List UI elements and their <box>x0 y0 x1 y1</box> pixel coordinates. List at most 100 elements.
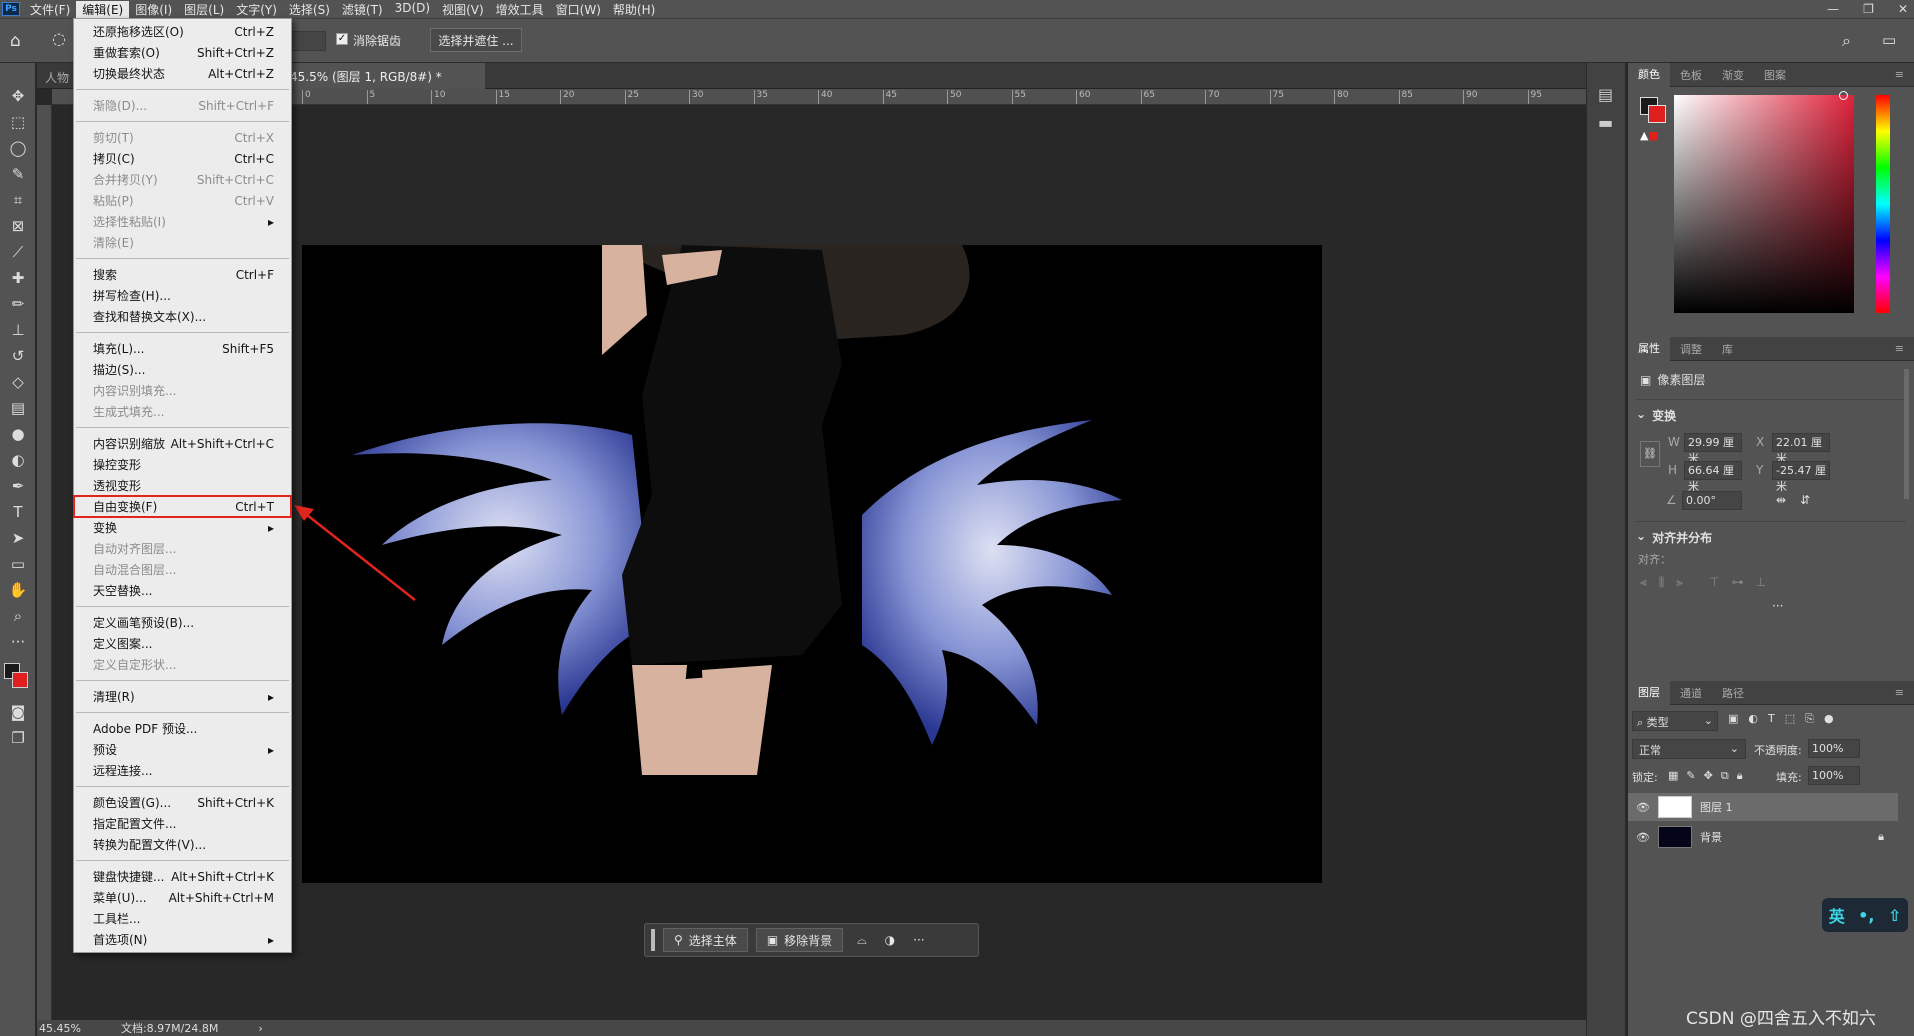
tab-properties[interactable]: 属性 <box>1628 336 1670 361</box>
comments-panel-icon[interactable]: ▬ <box>1598 113 1613 132</box>
menu-item[interactable]: 自动对齐图层... <box>74 538 291 559</box>
tab-adjustments[interactable]: 调整 <box>1670 341 1712 357</box>
fill-field[interactable]: 100% <box>1808 766 1860 785</box>
properties-scrollbar[interactable] <box>1904 369 1909 499</box>
gamut-warning-icon[interactable]: ▲■ <box>1640 129 1659 142</box>
zoom-level[interactable]: 45.45% <box>39 1022 81 1035</box>
width-field[interactable]: 29.99 厘米 <box>1684 433 1742 465</box>
align-left-icon[interactable]: ⫷ <box>1640 575 1647 590</box>
menu-item[interactable]: 填充(L)... Shift+F5 <box>74 338 291 359</box>
select-subject-button[interactable]: ⚲ 选择主体 <box>663 928 748 952</box>
hue-slider[interactable] <box>1876 95 1890 313</box>
workspace-icon[interactable]: ▭ <box>1882 31 1896 49</box>
saturation-brightness-field[interactable] <box>1674 95 1854 313</box>
menu-item[interactable]: 搜索 Ctrl+F <box>74 264 291 285</box>
menu-2[interactable]: 图像(I) <box>129 1 178 18</box>
select-and-mask-button[interactable]: 选择并遮住 ... <box>430 28 522 52</box>
menu-item[interactable]: 天空替换... <box>74 580 291 601</box>
menu-3[interactable]: 图层(L) <box>178 1 230 18</box>
align-top-icon[interactable]: ⊤ <box>1709 575 1719 590</box>
history-panel-icon[interactable]: ▤ <box>1598 85 1613 104</box>
blur-tool-icon[interactable]: ● <box>0 421 36 447</box>
menu-item[interactable]: 变换 ▸ <box>74 517 291 538</box>
marquee-tool-icon[interactable]: ⬚ <box>0 109 36 135</box>
menu-7[interactable]: 3D(D) <box>389 1 436 18</box>
status-chevron-icon[interactable]: › <box>258 1022 262 1035</box>
filter-adjustment-icon[interactable]: ◐ <box>1748 712 1758 726</box>
menu-item[interactable]: 清除(E) <box>74 232 291 253</box>
document-canvas[interactable] <box>302 245 1322 883</box>
tab-gradients[interactable]: 渐变 <box>1712 67 1754 83</box>
quick-select-tool-icon[interactable]: ✎ <box>0 161 36 187</box>
tab-first[interactable]: 人物 <box>45 69 69 86</box>
menu-item[interactable]: 拷贝(C) Ctrl+C <box>74 148 291 169</box>
menu-item[interactable]: 还原拖移选区(O) Ctrl+Z <box>74 21 291 42</box>
menu-item[interactable]: 透视变形 <box>74 475 291 496</box>
tab-libraries[interactable]: 库 <box>1712 341 1743 357</box>
menu-11[interactable]: 帮助(H) <box>607 1 661 18</box>
ime-indicator[interactable]: 英 •, ⇧ <box>1822 898 1908 932</box>
close-button[interactable]: ✕ <box>1898 2 1908 16</box>
menu-item[interactable]: 工具栏... <box>74 908 291 929</box>
menu-6[interactable]: 滤镜(T) <box>336 1 389 18</box>
menu-0[interactable]: 文件(F) <box>24 1 76 18</box>
brush-tool-icon[interactable]: ✏ <box>0 291 36 317</box>
align-section-header[interactable]: ⌄ 对齐并分布 <box>1636 529 1712 546</box>
flip-vertical-icon[interactable]: ⇵ <box>1800 493 1810 507</box>
menu-item[interactable]: 重做套索(O) Shift+Ctrl+Z <box>74 42 291 63</box>
more-options-button[interactable]: ··· <box>913 933 924 947</box>
menu-4[interactable]: 文字(Y) <box>230 1 283 18</box>
menu-item[interactable]: 菜单(U)... Alt+Shift+Ctrl+M <box>74 887 291 908</box>
tab-paths[interactable]: 路径 <box>1712 685 1754 701</box>
menu-1[interactable]: 编辑(E) <box>76 0 130 18</box>
menu-item[interactable]: 内容识别填充... <box>74 380 291 401</box>
tab-swatches[interactable]: 色板 <box>1670 67 1712 83</box>
menu-item[interactable]: 合并拷贝(Y) Shift+Ctrl+C <box>74 169 291 190</box>
menu-item[interactable]: 操控变形 <box>74 454 291 475</box>
flip-horizontal-icon[interactable]: ⇹ <box>1776 493 1786 507</box>
search-icon[interactable]: ⌕ <box>1842 31 1851 51</box>
align-bottom-icon[interactable]: ⊥ <box>1756 575 1766 590</box>
menu-item[interactable]: 拼写检查(H)... <box>74 285 291 306</box>
frame-tool-icon[interactable]: ⊠ <box>0 213 36 239</box>
menu-10[interactable]: 窗口(W) <box>550 1 607 18</box>
transform-icon[interactable]: ⌓ <box>857 933 867 948</box>
eye-icon[interactable]: 👁︎ <box>1636 831 1650 844</box>
menu-item[interactable]: 切换最终状态 Alt+Ctrl+Z <box>74 63 291 84</box>
menu-item[interactable]: 指定配置文件... <box>74 813 291 834</box>
link-dimensions-icon[interactable]: ⛓ <box>1640 441 1660 467</box>
layer-name[interactable]: 图层 1 <box>1700 799 1733 815</box>
tab-patterns[interactable]: 图案 <box>1754 67 1796 83</box>
bg-color-chip[interactable] <box>1648 105 1666 123</box>
angle-field[interactable]: 0.00° <box>1682 491 1742 510</box>
menu-item[interactable]: 颜色设置(G)... Shift+Ctrl+K <box>74 792 291 813</box>
lock-transparent-icon[interactable]: ▦ <box>1668 769 1678 783</box>
y-field[interactable]: -25.47 厘米 <box>1772 461 1830 493</box>
pen-tool-icon[interactable]: ✒ <box>0 473 36 499</box>
stamp-tool-icon[interactable]: ⊥ <box>0 317 36 343</box>
minimize-button[interactable]: — <box>1827 2 1839 16</box>
home-icon[interactable]: ⌂ <box>10 31 21 51</box>
menu-5[interactable]: 选择(S) <box>283 1 336 18</box>
menu-item[interactable]: 清理(R) ▸ <box>74 686 291 707</box>
remove-background-button[interactable]: ▣ 移除背景 <box>755 928 844 952</box>
layer-filter-select[interactable]: ⌕ 类型 ⌄ <box>1632 711 1718 731</box>
menu-item[interactable]: 剪切(T) Ctrl+X <box>74 127 291 148</box>
menu-item[interactable]: 预设 ▸ <box>74 739 291 760</box>
menu-item[interactable]: 查找和替换文本(X)... <box>74 306 291 327</box>
dodge-tool-icon[interactable]: ◐ <box>0 447 36 473</box>
screen-mode-icon[interactable]: ❐ <box>0 725 36 751</box>
move-tool-icon[interactable]: ✥ <box>0 83 36 109</box>
lock-artboard-icon[interactable]: ⧉ <box>1721 769 1729 783</box>
align-middle-v-icon[interactable]: ⊶ <box>1732 575 1744 590</box>
align-center-h-icon[interactable]: ⫼ <box>1659 575 1665 590</box>
lasso-tool-icon[interactable]: ◌ <box>52 29 66 48</box>
blend-mode-select[interactable]: 正常 ⌄ <box>1632 739 1746 759</box>
quick-mask-icon[interactable]: ◙ <box>0 699 36 725</box>
transform-section-header[interactable]: ⌄ 变换 <box>1636 407 1676 424</box>
menu-item[interactable]: 远程连接... <box>74 760 291 781</box>
menu-9[interactable]: 增效工具 <box>490 1 550 18</box>
zoom-tool-icon[interactable]: ⌕ <box>0 603 36 629</box>
menu-item[interactable]: 描边(S)... <box>74 359 291 380</box>
healing-tool-icon[interactable]: ✚ <box>0 265 36 291</box>
